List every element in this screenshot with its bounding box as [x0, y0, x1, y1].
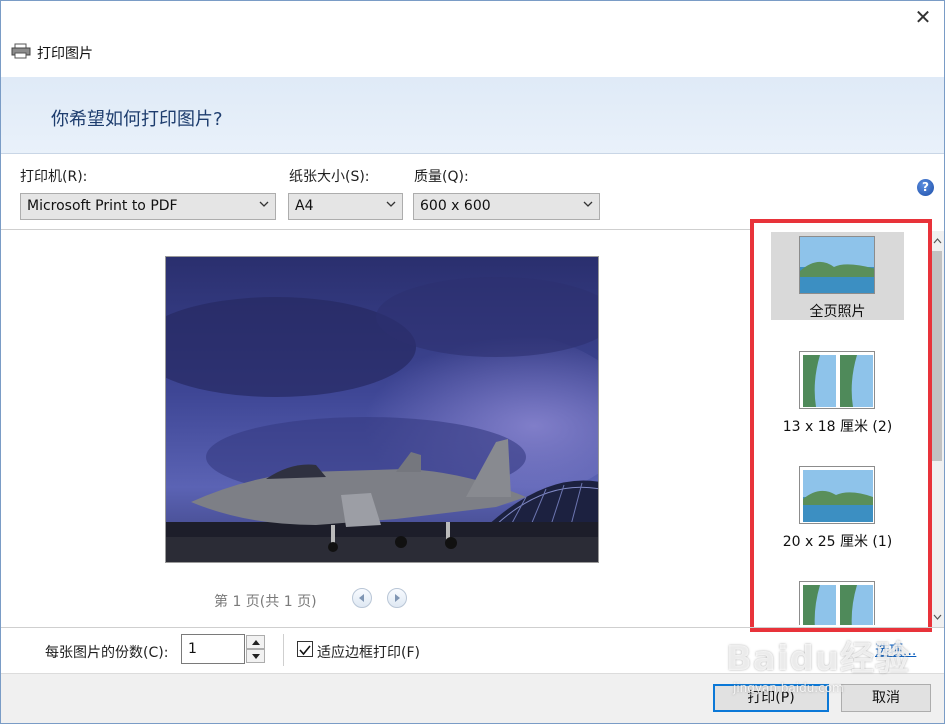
- close-icon[interactable]: ✕: [908, 3, 938, 31]
- checkmark-icon: [299, 645, 311, 656]
- paper-size-select[interactable]: A4: [288, 193, 403, 220]
- print-preview-image: [165, 256, 599, 563]
- paper-size-value: A4: [295, 198, 314, 214]
- layout-thumbnail: [799, 466, 875, 524]
- layout-scrollbar[interactable]: [930, 231, 944, 627]
- layout-thumbnail: [799, 581, 875, 625]
- spin-up-icon[interactable]: [246, 635, 265, 649]
- divider: [283, 634, 284, 666]
- title-bar: ✕ 打印图片: [1, 1, 944, 77]
- divider: [1, 627, 944, 628]
- layout-thumbnail: [799, 351, 875, 409]
- layout-label: 20 x 25 厘米 (1): [782, 534, 893, 550]
- printer-select[interactable]: Microsoft Print to PDF: [20, 193, 276, 220]
- printer-select-value: Microsoft Print to PDF: [27, 198, 178, 214]
- window-title: 打印图片: [37, 46, 93, 62]
- copies-input[interactable]: [181, 634, 245, 664]
- layout-item-20x25[interactable]: 20 x 25 厘米 (1): [771, 462, 904, 550]
- scroll-thumb[interactable]: [932, 251, 942, 461]
- scroll-down-icon[interactable]: [930, 609, 944, 625]
- print-button[interactable]: 打印(P): [713, 684, 829, 712]
- quality-value: 600 x 600: [420, 198, 491, 214]
- print-pictures-dialog: ✕ 打印图片 你希望如何打印图片? 打印机(R): Microsoft Prin…: [0, 0, 945, 724]
- chevron-down-icon: [386, 201, 396, 207]
- divider: [1, 229, 752, 230]
- layout-label: 全页照片: [809, 304, 866, 320]
- layout-item-full-page[interactable]: 全页照片: [771, 232, 904, 320]
- quality-label: 质量(Q):: [414, 169, 469, 185]
- jet-photo: [166, 257, 598, 562]
- chevron-down-icon: [259, 201, 269, 207]
- fit-frame-label[interactable]: 适应边框打印(F): [317, 642, 420, 662]
- page-indicator: 第 1 页(共 1 页): [214, 594, 317, 610]
- layout-label: 13 x 18 厘米 (2): [782, 419, 893, 435]
- arrow-right-icon[interactable]: [387, 588, 407, 608]
- printer-label: 打印机(R):: [20, 169, 88, 185]
- copies-label: 每张图片的份数(C):: [45, 645, 169, 661]
- spin-down-icon[interactable]: [246, 649, 265, 663]
- fit-frame-checkbox[interactable]: [297, 641, 313, 657]
- layout-list: 全页照片 13 x 18 厘米 (2) 20 x 25 厘米 (1): [753, 231, 929, 625]
- printer-icon: [11, 43, 31, 59]
- header-question: 你希望如何打印图片?: [51, 109, 223, 130]
- cancel-button[interactable]: 取消: [841, 684, 931, 712]
- quality-select[interactable]: 600 x 600: [413, 193, 600, 220]
- layout-item-13x18[interactable]: 13 x 18 厘米 (2): [771, 347, 904, 435]
- help-icon[interactable]: ?: [917, 179, 934, 196]
- arrow-left-icon[interactable]: [352, 588, 372, 608]
- scroll-up-icon[interactable]: [930, 233, 944, 249]
- chevron-down-icon: [583, 201, 593, 207]
- layout-thumbnail: [799, 236, 875, 294]
- header-band: 你希望如何打印图片?: [1, 77, 944, 154]
- options-link[interactable]: 选项...: [875, 640, 916, 660]
- layout-item-partial[interactable]: [771, 577, 904, 625]
- paper-size-label: 纸张大小(S):: [289, 169, 370, 185]
